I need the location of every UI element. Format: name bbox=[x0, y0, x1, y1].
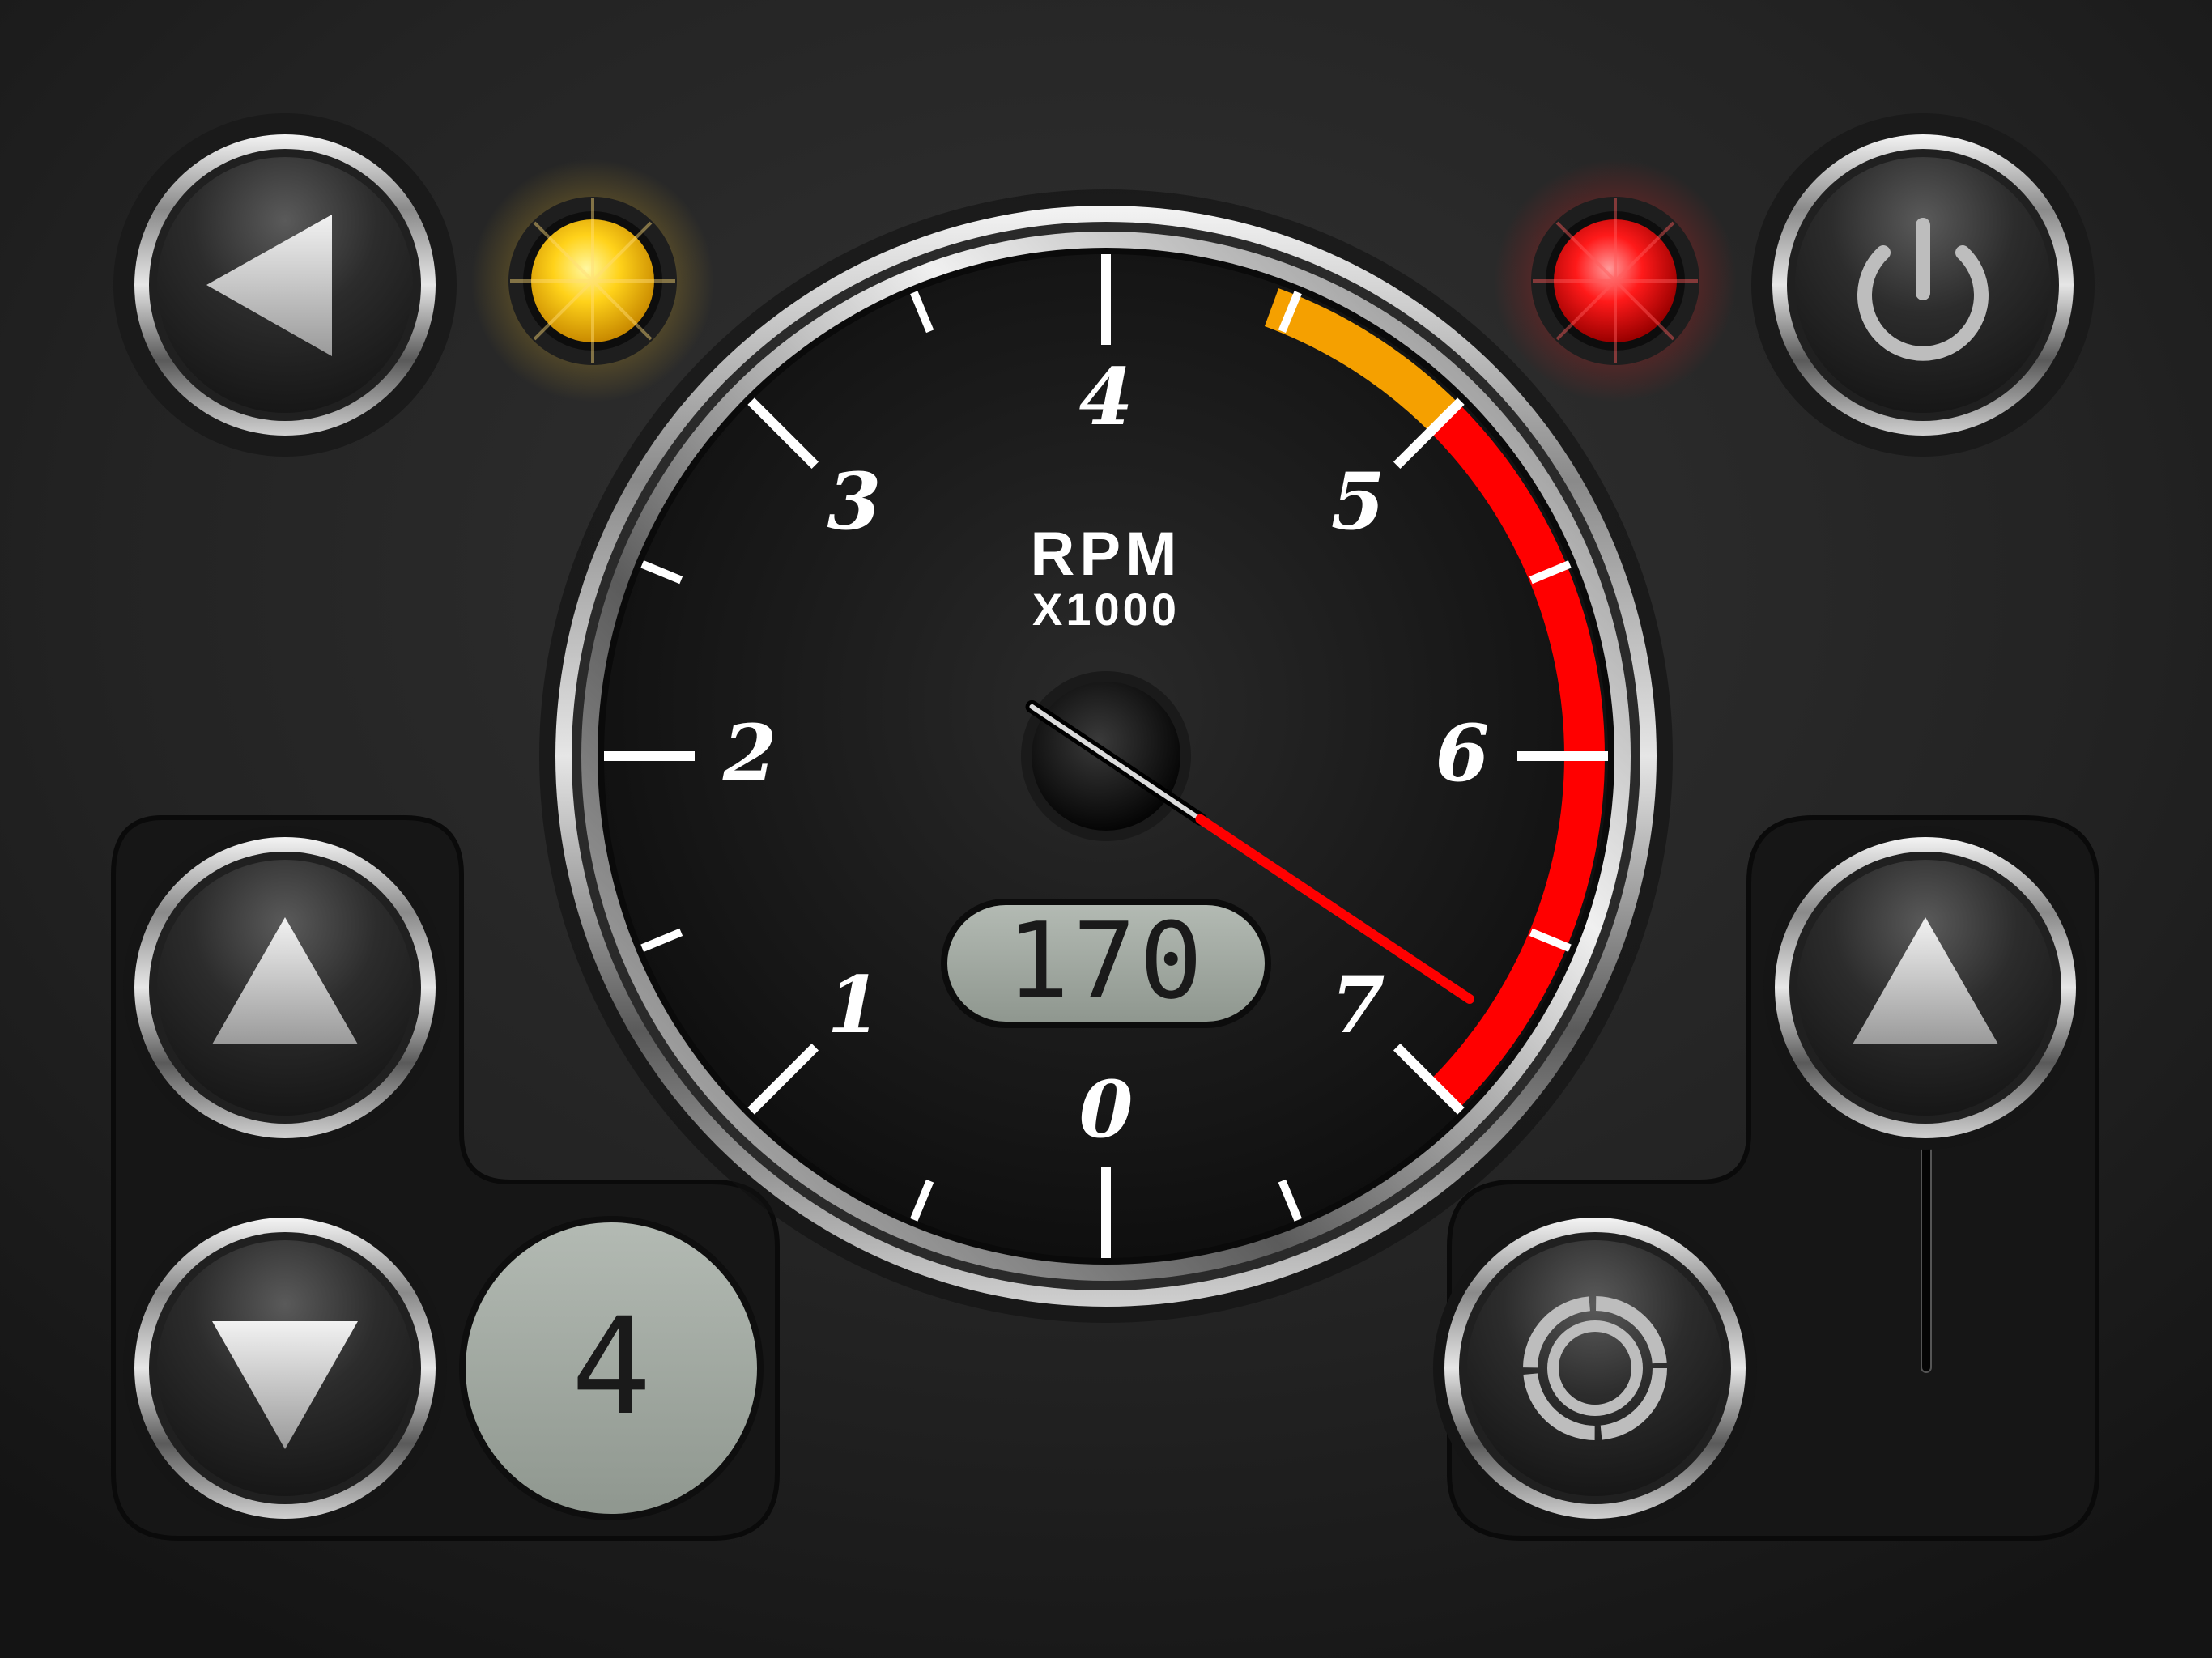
gear-down-button[interactable] bbox=[123, 1206, 447, 1530]
throttle-slider-track[interactable] bbox=[1921, 1141, 1932, 1373]
gear-up-button[interactable] bbox=[123, 826, 447, 1150]
back-button[interactable] bbox=[113, 113, 457, 457]
left-indicator-lamp bbox=[471, 159, 714, 402]
right-indicator-lamp bbox=[1494, 159, 1737, 402]
gauge-number: 0 bbox=[1079, 1064, 1134, 1155]
rpm-readout: 170 bbox=[941, 899, 1271, 1028]
rpm-readout-value: 170 bbox=[1006, 899, 1206, 1022]
gauge-number: 7 bbox=[1331, 959, 1385, 1051]
panel-svg: 4 01234567 RPM X1000 170 bbox=[0, 0, 2212, 1658]
gauge-number: 1 bbox=[827, 959, 881, 1051]
gauge-unit-label: RPM bbox=[1031, 520, 1182, 589]
gauge-number: 4 bbox=[1079, 351, 1134, 443]
gauge-number: 2 bbox=[722, 708, 777, 799]
gear-display: 4 bbox=[459, 1216, 764, 1520]
dashboard-panel: 4 0 1 2 3 4 5 6 7 RPM X1000 170 bbox=[0, 0, 2212, 1658]
throttle-up-button[interactable] bbox=[1763, 826, 2087, 1150]
tachometer-gauge: 0 1 2 3 4 5 6 7 RPM X1000 170 bbox=[539, 189, 1673, 1323]
gauge-number: 5 bbox=[1331, 456, 1385, 547]
reset-button[interactable] bbox=[1433, 1206, 1757, 1530]
gauge-number: 3 bbox=[827, 456, 881, 547]
gear-display-value: 4 bbox=[571, 1289, 651, 1444]
gauge-number: 6 bbox=[1436, 708, 1490, 799]
gauge-multiplier-label: X1000 bbox=[1032, 584, 1180, 635]
power-button[interactable] bbox=[1751, 113, 2095, 457]
